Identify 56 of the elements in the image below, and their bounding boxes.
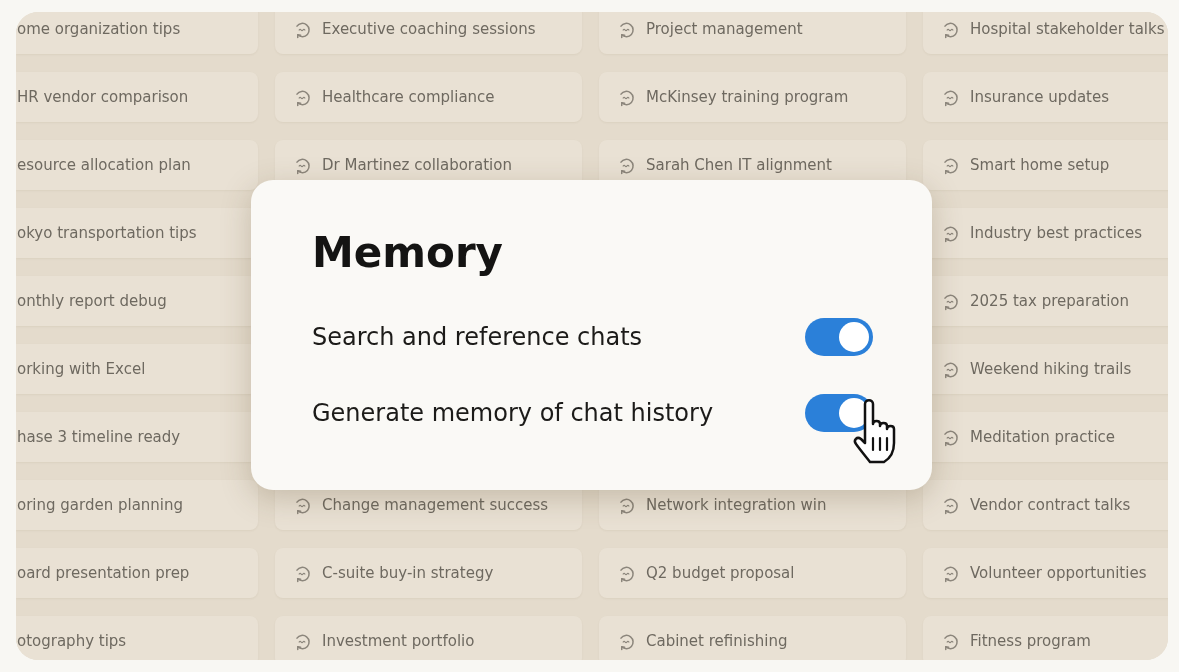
chat-title: oring garden planning <box>17 496 184 514</box>
chat-card[interactable]: Hospital stakeholder talks <box>923 12 1168 54</box>
chat-title: ome organization tips <box>17 20 181 38</box>
chat-title: Fitness program <box>970 632 1091 650</box>
chat-title: HR vendor comparison <box>17 88 189 106</box>
chat-title: Executive coaching sessions <box>322 20 536 38</box>
setting-label: Generate memory of chat history <box>312 399 714 427</box>
chat-title: Dr Martinez collaboration <box>322 156 512 174</box>
chat-title: Hospital stakeholder talks <box>970 20 1165 38</box>
chat-title: Vendor contract talks <box>970 496 1131 514</box>
chat-title: Healthcare compliance <box>322 88 495 106</box>
chat-title: McKinsey training program <box>646 88 849 106</box>
chat-card[interactable]: Cabinet refinishing <box>599 616 906 660</box>
chat-title: orking with Excel <box>17 360 146 378</box>
chat-title: Sarah Chen IT alignment <box>646 156 832 174</box>
chat-card[interactable]: Fitness program <box>923 616 1168 660</box>
chat-title: onthly report debug <box>17 292 167 310</box>
chat-card[interactable]: Q2 budget proposal <box>599 548 906 598</box>
chat-card[interactable]: McKinsey training program <box>599 72 906 122</box>
chat-card[interactable]: esource allocation plan <box>16 140 258 190</box>
chat-title: hase 3 timeline ready <box>17 428 181 446</box>
chat-title: otography tips <box>17 632 127 650</box>
chat-title: Insurance updates <box>970 88 1110 106</box>
chat-card[interactable]: HR vendor comparison <box>16 72 258 122</box>
chat-title: okyo transportation tips <box>17 224 197 242</box>
chat-title: Network integration win <box>646 496 827 514</box>
chat-card[interactable]: Smart home setup <box>923 140 1168 190</box>
chat-title: Industry best practices <box>970 224 1143 242</box>
chat-title: Q2 budget proposal <box>646 564 795 582</box>
chat-title: esource allocation plan <box>17 156 191 174</box>
chat-card[interactable]: Healthcare compliance <box>275 72 582 122</box>
chat-title: Volunteer opportunities <box>970 564 1147 582</box>
chat-card[interactable]: otography tips <box>16 616 258 660</box>
chat-card[interactable]: oard presentation prep <box>16 548 258 598</box>
chat-card[interactable]: oring garden planning <box>16 480 258 530</box>
chat-card[interactable]: Volunteer opportunities <box>923 548 1168 598</box>
dialog-title: Memory <box>312 228 504 277</box>
chat-card[interactable]: Project management <box>599 12 906 54</box>
chat-title: Investment portfolio <box>322 632 475 650</box>
chat-title: oard presentation prep <box>17 564 190 582</box>
chat-title: Smart home setup <box>970 156 1110 174</box>
chat-title: Meditation practice <box>970 428 1116 446</box>
toggle-switch[interactable] <box>805 318 873 356</box>
setting-label: Search and reference chats <box>312 323 643 351</box>
chat-title: Project management <box>646 20 803 38</box>
chat-title: Cabinet refinishing <box>646 632 788 650</box>
chat-card[interactable]: Vendor contract talks <box>923 480 1168 530</box>
chat-card[interactable]: ome organization tips <box>16 12 258 54</box>
chat-card[interactable]: C-suite buy-in strategy <box>275 548 582 598</box>
chat-card[interactable]: Investment portfolio <box>275 616 582 660</box>
chat-title: 2025 tax preparation <box>970 292 1130 310</box>
chat-title: C-suite buy-in strategy <box>322 564 494 582</box>
chat-title: Weekend hiking trails <box>970 360 1132 378</box>
chat-card[interactable]: Executive coaching sessions <box>275 12 582 54</box>
chat-card[interactable]: Insurance updates <box>923 72 1168 122</box>
chat-title: Change management success <box>322 496 549 514</box>
